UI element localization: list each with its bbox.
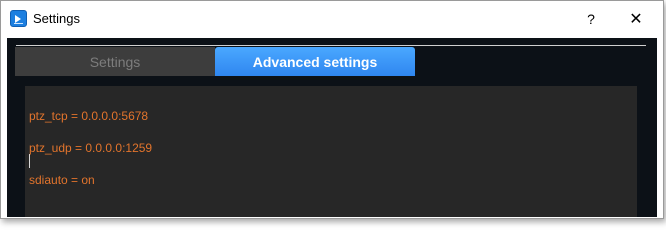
advanced-settings-editor[interactable]: ptz_tcp = 0.0.0.0:5678 ptz_udp = 0.0.0.0… [25, 86, 637, 217]
title-bar[interactable]: Settings ? ✕ [1, 1, 663, 37]
tab-advanced-settings[interactable]: Advanced settings [215, 47, 415, 76]
window-title: Settings [33, 11, 80, 26]
app-icon [10, 10, 27, 27]
tab-bar: Settings Advanced settings [15, 47, 415, 76]
settings-content: Settings Advanced settings ptz_tcp = 0.0… [7, 38, 657, 217]
config-line-ptz-udp[interactable]: ptz_udp = 0.0.0.0:1259 [29, 141, 152, 155]
settings-window: Settings ? ✕ Settings Advanced settings … [0, 0, 664, 219]
divider [16, 45, 646, 46]
help-button[interactable]: ? [573, 5, 609, 33]
config-line-sdiauto[interactable]: sdiauto = on [29, 173, 95, 187]
close-button[interactable]: ✕ [618, 5, 654, 33]
config-line-ptz-tcp[interactable]: ptz_tcp = 0.0.0.0:5678 [29, 109, 148, 123]
tab-settings[interactable]: Settings [15, 47, 215, 76]
play-icon [15, 15, 21, 23]
text-caret [29, 154, 30, 168]
